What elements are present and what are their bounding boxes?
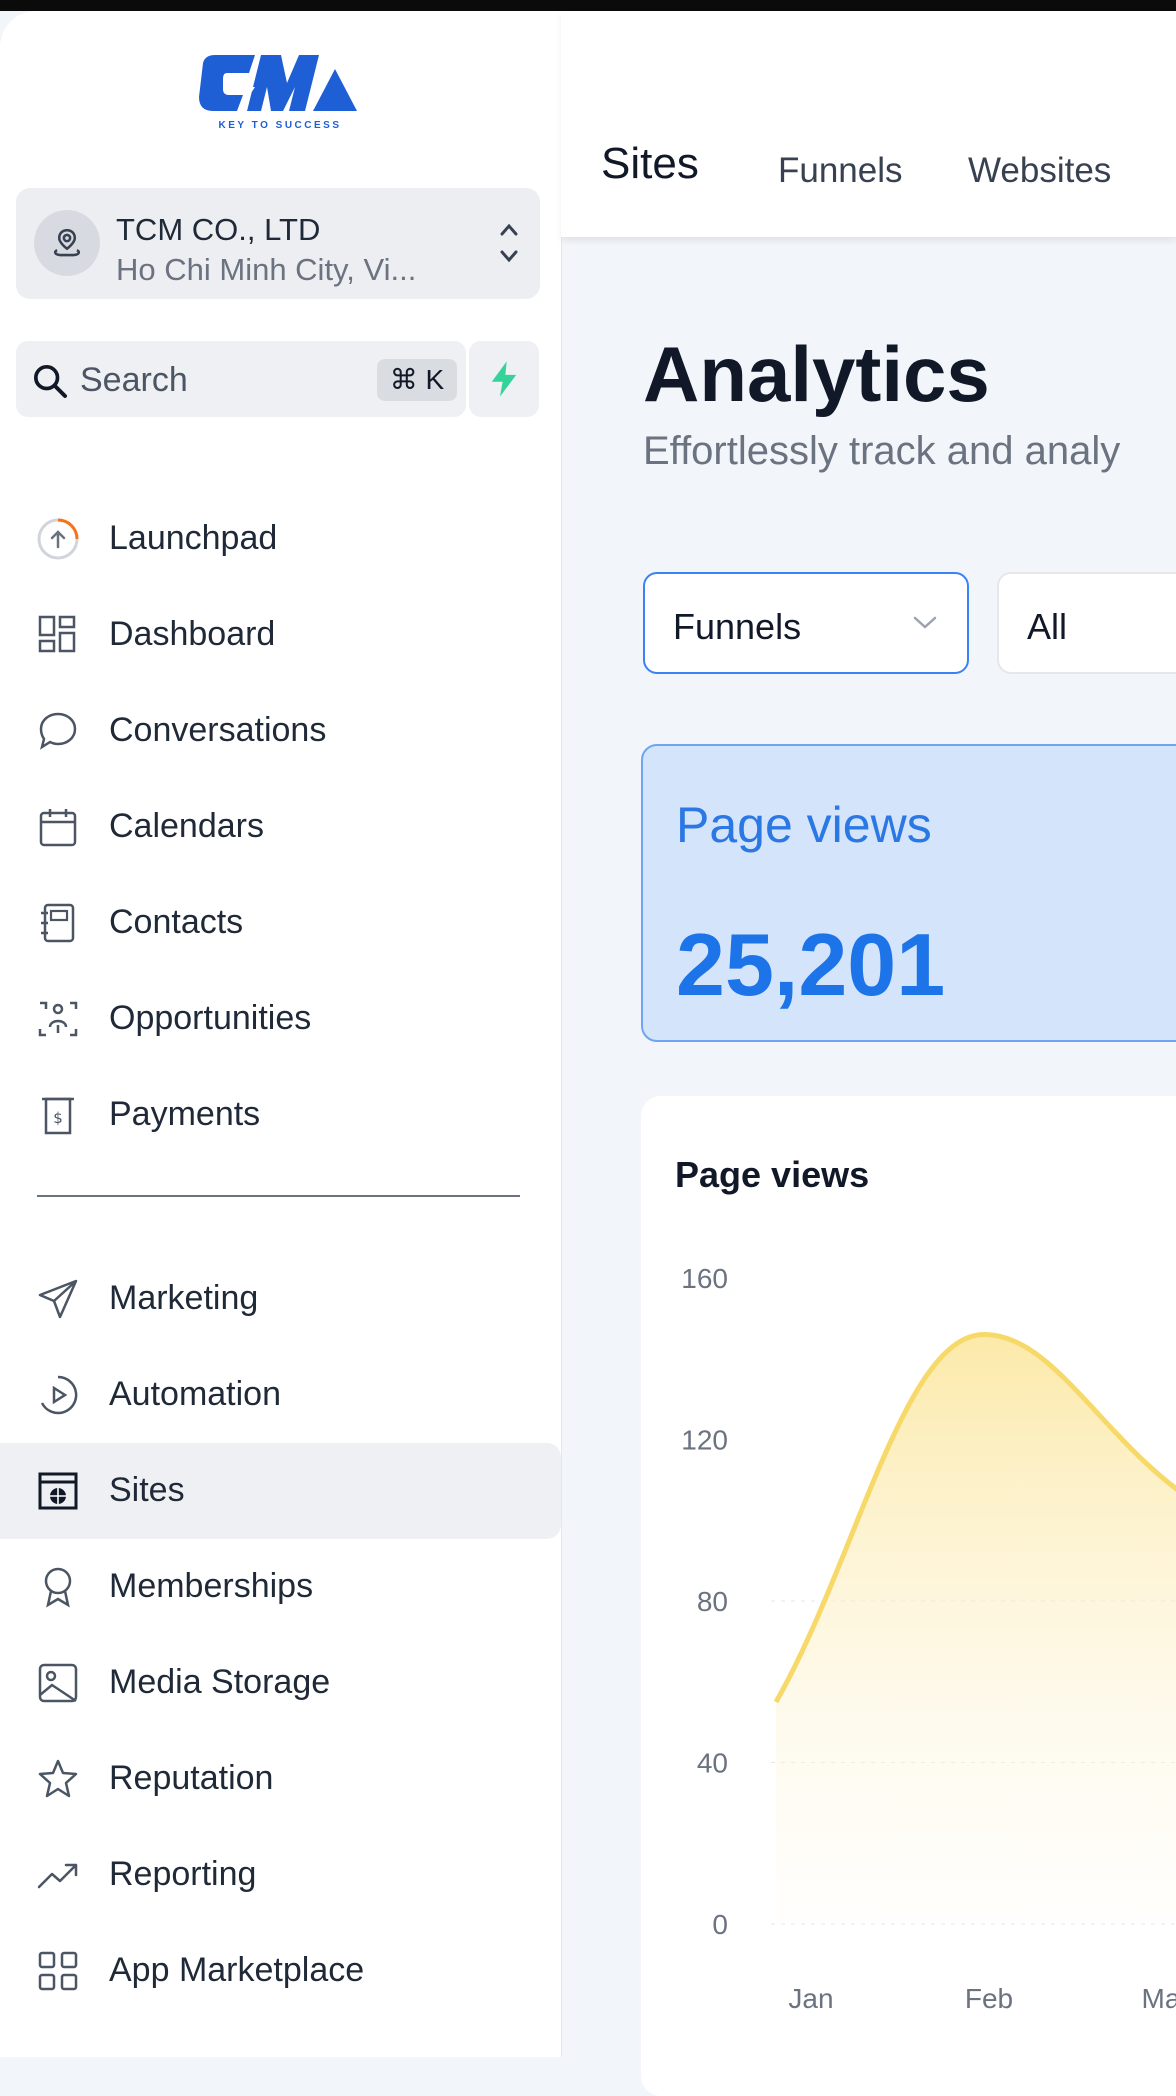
image-icon [38, 1663, 78, 1703]
sidebar-item-dashboard[interactable]: Dashboard [0, 587, 561, 683]
page-views-stat-card: Page views 25,201 [641, 744, 1176, 1042]
tab-funnels[interactable]: Funnels [778, 151, 903, 191]
sidebar-item-payments[interactable]: $ Payments [0, 1067, 561, 1163]
apps-grid-icon [38, 1951, 78, 1991]
paper-plane-icon [38, 1279, 78, 1319]
y-tick-label: 40 [697, 1748, 728, 1779]
sites-globe-icon [38, 1472, 78, 1510]
scope-select[interactable]: All [997, 572, 1176, 674]
logo-mark-icon [199, 55, 357, 111]
page-views-chart-card: 0 40 80 120 160 Jan Feb Ma Page views [641, 1096, 1176, 2096]
sidebar-item-reporting[interactable]: Reporting [0, 1827, 561, 1923]
account-switcher[interactable]: TCM CO., LTD Ho Chi Minh City, Vi... [16, 188, 540, 299]
brand-logo[interactable]: KEY TO SUCCESS [195, 49, 365, 149]
sidebar-item-label: Conversations [109, 711, 327, 749]
search-label: Search [80, 361, 188, 399]
star-icon [38, 1759, 78, 1798]
sidebar-item-label: Media Storage [109, 1663, 331, 1701]
sidebar-item-label: Opportunities [109, 999, 312, 1037]
page-title: Analytics [643, 330, 990, 418]
sidebar-item-label: Contacts [109, 903, 244, 941]
page-subtitle: Effortlessly track and analy [643, 429, 1121, 473]
quick-action-button[interactable] [469, 341, 539, 417]
sidebar-item-marketing[interactable]: Marketing [0, 1251, 561, 1347]
device-top-edge [0, 0, 1176, 11]
chat-bubble-icon [39, 712, 77, 750]
dashboard-grid-icon [38, 615, 76, 653]
scope-select-value: All [1027, 606, 1068, 647]
sidebar-item-label: Sites [109, 1471, 185, 1509]
sidebar-item-app-marketplace[interactable]: App Marketplace [0, 1923, 561, 2019]
tab-sites[interactable]: Sites [601, 139, 699, 189]
x-tick-label: Feb [965, 1983, 1013, 2014]
sidebar-item-sites[interactable]: Sites [0, 1443, 561, 1539]
y-tick-label: 0 [712, 1909, 728, 1940]
calendar-icon [39, 809, 77, 847]
search-button[interactable]: Search ⌘ K [16, 341, 466, 417]
search-shortcut: ⌘ K [377, 359, 457, 401]
trend-up-icon [37, 1863, 78, 1889]
x-tick-label: Jan [788, 1983, 833, 2014]
sidebar-item-label: Memberships [109, 1567, 314, 1605]
sidebar-item-automation[interactable]: Automation [0, 1347, 561, 1443]
y-tick-label: 160 [681, 1263, 728, 1294]
sites-tab-bar: Sites Funnels Websites [561, 11, 1176, 237]
page-views-chart: 0 40 80 120 160 Jan Feb Ma [681, 1263, 1176, 2014]
sidebar-item-opportunities[interactable]: Opportunities [0, 971, 561, 1067]
stat-label: Page views [676, 797, 932, 853]
sidebar-item-memberships[interactable]: Memberships [0, 1539, 561, 1635]
sidebar-divider [37, 1195, 520, 1197]
sidebar-item-label: Payments [109, 1095, 261, 1133]
x-tick-label: Ma [1142, 1983, 1176, 2014]
type-select-value: Funnels [673, 606, 802, 647]
sidebar-item-label: Dashboard [109, 615, 276, 653]
type-select[interactable]: Funnels [643, 572, 969, 674]
sidebar: KEY TO SUCCESS TCM CO., LTD Ho Chi Minh … [0, 11, 562, 2057]
sidebar-item-label: Reporting [109, 1855, 257, 1893]
sidebar-item-label: App Marketplace [109, 1951, 365, 1989]
sidebar-item-calendars[interactable]: Calendars [0, 779, 561, 875]
payments-icon: $ [42, 1097, 74, 1135]
sidebar-item-conversations[interactable]: Conversations [0, 683, 561, 779]
account-location: Ho Chi Minh City, Vi... [116, 252, 417, 287]
contact-book-icon [41, 903, 75, 943]
chevron-up-down-icon [500, 223, 518, 263]
sidebar-item-contacts[interactable]: Contacts [0, 875, 561, 971]
search-icon [34, 365, 67, 398]
sidebar-item-label: Calendars [109, 807, 264, 845]
account-name: TCM CO., LTD [116, 212, 321, 247]
sidebar-item-launchpad[interactable]: Launchpad [0, 491, 561, 587]
sidebar-item-label: Automation [109, 1375, 281, 1413]
award-badge-icon [44, 1567, 72, 1608]
sidebar-item-label: Reputation [109, 1759, 274, 1797]
chart-title: Page views [675, 1154, 870, 1195]
play-circle-icon [40, 1375, 78, 1415]
sidebar-item-label: Launchpad [109, 519, 278, 557]
sidebar-item-label: Marketing [109, 1279, 259, 1317]
lightning-bolt-icon [491, 361, 517, 397]
svg-text:$: $ [53, 1109, 63, 1127]
sidebar-item-media-storage[interactable]: Media Storage [0, 1635, 561, 1731]
brand-tagline: KEY TO SUCCESS [218, 120, 342, 131]
y-tick-label: 120 [681, 1425, 728, 1456]
series-area [776, 1334, 1176, 1924]
opportunities-icon [38, 1001, 78, 1037]
stat-value: 25,201 [676, 915, 946, 1014]
sidebar-item-reputation[interactable]: Reputation [0, 1731, 561, 1827]
location-pin-icon [34, 210, 100, 276]
launchpad-icon [37, 518, 79, 560]
y-tick-label: 80 [697, 1586, 728, 1617]
tab-websites[interactable]: Websites [968, 151, 1111, 191]
chevron-down-icon [913, 616, 937, 629]
main-content: Sites Funnels Websites Analytics Effortl… [561, 11, 1176, 2096]
